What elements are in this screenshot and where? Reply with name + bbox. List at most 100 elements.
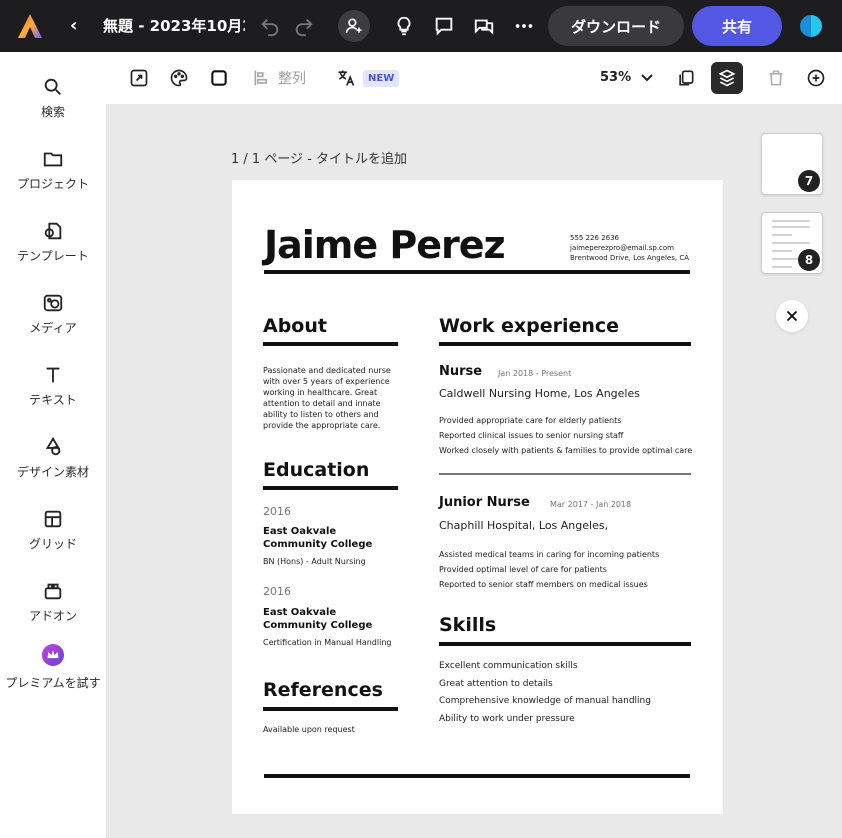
sidebar-item-label: デザイン素材	[16, 465, 89, 479]
chevron-down-icon[interactable]	[640, 68, 654, 88]
more-icon[interactable]	[510, 12, 538, 40]
skill-item[interactable]: Ability to work under pressure	[439, 714, 575, 724]
skills-heading[interactable]: Skills	[439, 614, 496, 636]
thumbnail-badge: 8	[798, 249, 820, 271]
sidebar-item-label: メディア	[29, 321, 77, 335]
work-heading[interactable]: Work experience	[439, 315, 619, 337]
education-heading[interactable]: Education	[263, 459, 369, 481]
undo-icon[interactable]	[256, 12, 284, 40]
align-label[interactable]: 整列	[278, 68, 306, 88]
sidebar-item-label: アドオン	[28, 609, 77, 623]
grid-icon	[42, 508, 64, 530]
footer-divider	[264, 774, 690, 778]
sidebar-item-text[interactable]: テキスト	[0, 364, 106, 428]
translate-icon[interactable]	[334, 66, 358, 90]
new-badge: NEW	[363, 70, 400, 87]
header-divider	[264, 270, 690, 274]
shape-square-icon[interactable]	[207, 66, 231, 90]
contact-email: jaimeperezpro@email.sp.com	[570, 244, 675, 252]
present-icon[interactable]	[470, 12, 498, 40]
duplicate-icon[interactable]	[674, 66, 698, 90]
top-bar: ‹ 無題 - 2023年10月29日 ダウンロード 共有	[0, 0, 842, 52]
sidebar-item-premium[interactable]: プレミアムを試す	[0, 644, 106, 708]
sidebar-item-grid[interactable]: グリッド	[0, 508, 106, 572]
contact-phone: 555 226 2636	[570, 234, 619, 242]
job-duty[interactable]: Reported to senior staff members on medi…	[439, 580, 648, 589]
education-school[interactable]: East Oakvale Community College	[263, 525, 398, 551]
align-icon[interactable]	[250, 66, 274, 90]
resume-name[interactable]: Jaime Perez	[264, 223, 506, 267]
job-duty[interactable]: Provided appropriate care for elderly pa…	[439, 416, 621, 425]
about-underline	[263, 342, 398, 346]
work-underline	[439, 342, 691, 346]
job-duty[interactable]: Provided optimal level of care for patie…	[439, 565, 607, 574]
close-icon[interactable]	[776, 300, 808, 332]
job-place[interactable]: Chaphill Hospital, Los Angeles,	[439, 519, 608, 532]
invite-user-icon[interactable]	[338, 10, 370, 42]
job-divider	[439, 473, 691, 475]
job-title[interactable]: Junior Nurse	[439, 495, 530, 510]
crown-icon	[39, 644, 67, 672]
about-text[interactable]: Passionate and dedicated nurse with over…	[263, 365, 398, 431]
addon-icon	[42, 580, 64, 602]
media-icon	[42, 292, 64, 314]
sidebar-item-search[interactable]: 検索	[0, 76, 106, 140]
contact-block[interactable]: 555 226 2636 jaimeperezpro@email.sp.com …	[570, 233, 689, 263]
comment-icon[interactable]	[430, 12, 458, 40]
search-icon	[42, 76, 64, 98]
editor-toolbar: 整列 NEW 53%	[106, 52, 842, 104]
resume-page[interactable]: Jaime Perez 555 226 2636 jaimeperezpro@e…	[232, 180, 723, 814]
contact-address: Brentwood Drive, Los Angeles, CA	[570, 254, 690, 262]
page-thumbnail[interactable]: 8	[761, 212, 823, 274]
layers-tool-icon[interactable]	[711, 62, 743, 94]
job-duty[interactable]: Reported clinical issues to senior nursi…	[439, 431, 623, 440]
document-title[interactable]: 無題 - 2023年10月29日	[103, 15, 245, 37]
resize-icon[interactable]	[127, 66, 151, 90]
education-degree[interactable]: Certification in Manual Handling	[263, 638, 391, 647]
sidebar-item-label: 検索	[40, 105, 65, 119]
palette-icon[interactable]	[167, 66, 191, 90]
sidebar-item-projects[interactable]: プロジェクト	[0, 148, 106, 212]
sidebar-item-addons[interactable]: アドオン	[0, 580, 106, 644]
job-dates[interactable]: Mar 2017 - Jan 2018	[550, 500, 631, 509]
job-duty[interactable]: Worked closely with patients & families …	[439, 446, 692, 455]
share-button[interactable]: 共有	[692, 6, 782, 46]
sidebar-item-label: プレミアムを試す	[5, 676, 101, 690]
page-label[interactable]: 1 / 1 ページ - タイトルを追加	[231, 148, 407, 167]
back-chevron-icon[interactable]: ‹	[70, 14, 88, 38]
sidebar-item-label: プロジェクト	[16, 177, 89, 191]
sidebar-item-media[interactable]: メディア	[0, 292, 106, 356]
education-school[interactable]: East Oakvale Community College	[263, 606, 398, 632]
job-title[interactable]: Nurse	[439, 364, 482, 379]
job-dates[interactable]: Jan 2018 - Present	[498, 369, 571, 378]
skill-item[interactable]: Excellent communication skills	[439, 661, 578, 671]
skill-item[interactable]: Great attention to details	[439, 679, 553, 689]
thumbnail-badge: 7	[798, 170, 820, 192]
redo-icon[interactable]	[290, 12, 318, 40]
zoom-level[interactable]: 53%	[600, 70, 631, 85]
lightbulb-icon[interactable]	[390, 12, 418, 40]
sidebar-item-design-assets[interactable]: デザイン素材	[0, 436, 106, 500]
job-place[interactable]: Caldwell Nursing Home, Los Angeles	[439, 387, 640, 400]
avatar[interactable]	[798, 13, 824, 39]
references-underline	[263, 707, 398, 711]
add-icon[interactable]	[804, 66, 828, 90]
page-thumbnail[interactable]: 7	[761, 133, 823, 195]
about-heading[interactable]: About	[263, 315, 327, 337]
references-text[interactable]: Available upon request	[263, 725, 355, 734]
sidebar-item-templates[interactable]: テンプレート	[0, 220, 106, 284]
skill-item[interactable]: Comprehensive knowledge of manual handli…	[439, 696, 651, 706]
references-heading[interactable]: References	[263, 679, 383, 701]
education-degree[interactable]: BN (Hons) - Adult Nursing	[263, 557, 366, 566]
sidebar-item-label: テキスト	[29, 393, 77, 407]
education-year[interactable]: 2016	[263, 585, 291, 598]
education-year[interactable]: 2016	[263, 505, 291, 518]
text-icon	[42, 364, 64, 386]
download-button[interactable]: ダウンロード	[548, 6, 684, 46]
app-logo-icon[interactable]	[16, 12, 44, 40]
job-duty[interactable]: Assisted medical teams in caring for inc…	[439, 550, 659, 559]
skills-underline	[439, 642, 691, 646]
trash-icon[interactable]	[764, 66, 788, 90]
sidebar-item-label: グリッド	[28, 537, 77, 551]
shapes-icon	[42, 436, 64, 458]
